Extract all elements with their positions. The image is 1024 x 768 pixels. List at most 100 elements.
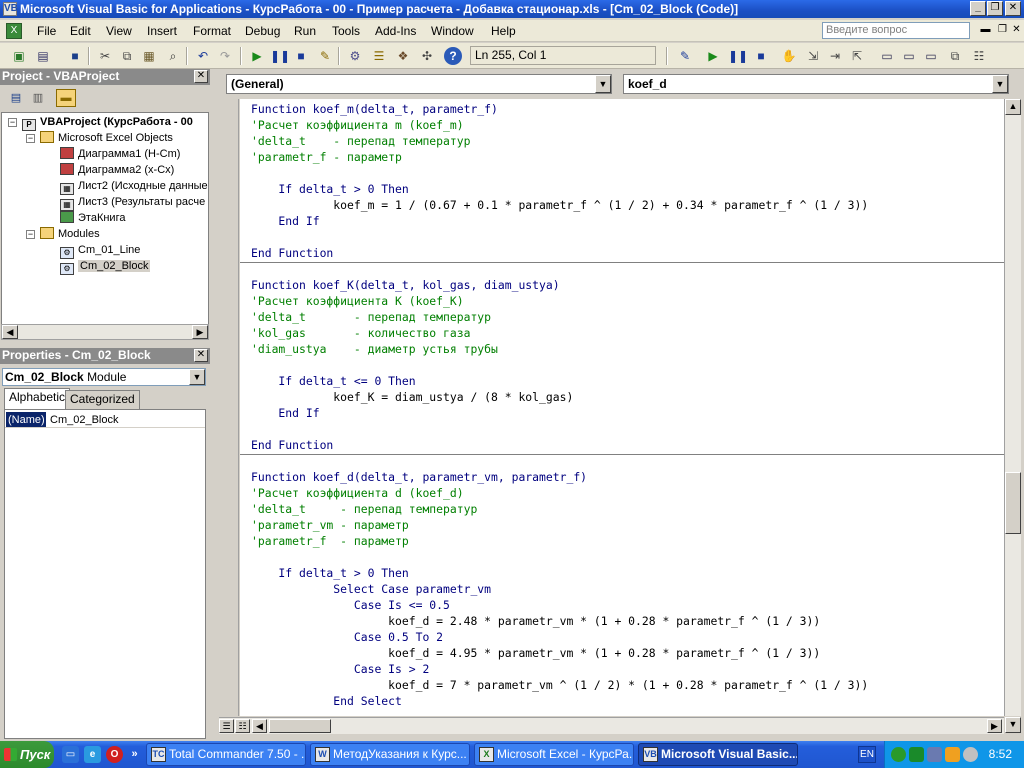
help-icon[interactable]: ? xyxy=(444,47,462,65)
code-comment-line[interactable]: 'parametr_f - параметр xyxy=(251,533,409,549)
clock[interactable]: 8:52 xyxy=(989,741,1012,768)
code-line[interactable]: Case 0.5 To 2 xyxy=(251,629,443,645)
properties-close-button[interactable]: ✕ xyxy=(194,349,208,362)
minimize-button[interactable]: _ xyxy=(970,1,986,16)
step-into-icon[interactable]: ⇲ xyxy=(804,47,822,65)
code-comment-line[interactable]: 'kol_gas - количество газа xyxy=(251,325,470,341)
tray-check-icon[interactable] xyxy=(909,747,924,762)
vertical-scroll-thumb[interactable] xyxy=(1005,472,1021,534)
excel-view-icon[interactable]: X xyxy=(6,23,22,39)
tree-item-modules[interactable]: Modules xyxy=(40,226,100,242)
code-line[interactable]: Function koef_m(delta_t, parametr_f) xyxy=(251,101,498,117)
edit-toolbar-icon[interactable]: ✎ xyxy=(676,47,694,65)
insert-userform-icon[interactable]: ▤ xyxy=(34,47,52,65)
code-line[interactable]: If delta_t > 0 Then xyxy=(251,181,408,197)
tree-item-chart2[interactable]: Диаграмма2 (x-Cx) xyxy=(60,162,174,178)
debug-reset-icon[interactable]: ■ xyxy=(752,47,770,65)
chevron-down-icon[interactable]: ▼ xyxy=(189,369,205,385)
code-line[interactable]: If delta_t <= 0 Then xyxy=(251,373,415,389)
horizontal-scroll-thumb[interactable] xyxy=(269,719,331,733)
code-comment-line[interactable]: 'Расчет коэффициента d (koef_d) xyxy=(251,485,464,501)
code-line[interactable]: koef_m = 1 / (0.67 + 0.1 * parametr_f ^ … xyxy=(251,197,868,213)
tree-item-excel-objects[interactable]: Microsoft Excel Objects xyxy=(40,130,173,146)
tray-network-icon[interactable] xyxy=(927,747,942,762)
project-explorer-icon[interactable]: ⚙ xyxy=(346,47,364,65)
design-mode-icon[interactable]: ✎ xyxy=(316,47,334,65)
quick-launch-chevron-icon[interactable]: » xyxy=(126,746,143,763)
tree-item-vbaproject[interactable]: P VBAProject (КурсРабота - 00 xyxy=(22,114,193,131)
task-visual-basic[interactable]: VB Microsoft Visual Basic... xyxy=(638,743,798,766)
tree-item-sheet3[interactable]: ▦ Лист3 (Результаты расче xyxy=(60,194,205,211)
menu-view[interactable]: View xyxy=(104,23,134,39)
menu-insert[interactable]: Insert xyxy=(145,23,179,39)
chevron-down-icon[interactable]: ▼ xyxy=(595,75,611,93)
toggle-breakpoint-icon[interactable]: ✋ xyxy=(780,47,798,65)
code-line[interactable]: End If xyxy=(251,213,319,229)
properties-window-icon[interactable]: ☰ xyxy=(370,47,388,65)
code-line[interactable]: koef_d = 7 * parametr_vm ^ (1 / 2) * (1 … xyxy=(251,677,868,693)
project-tree-hscroll[interactable]: ◀ ▶ xyxy=(1,324,209,340)
procedure-combo[interactable]: koef_d ▼ xyxy=(623,74,1009,94)
menu-window[interactable]: Window xyxy=(429,23,476,39)
code-line[interactable]: End If xyxy=(251,405,319,421)
tree-item-cm-02-block[interactable]: ⚙ Cm_02_Block xyxy=(60,258,151,275)
tree-item-chart1[interactable]: Диаграмма1 (H-Cm) xyxy=(60,146,180,162)
view-object-icon[interactable]: ▥ xyxy=(28,89,48,107)
vba-app-icon[interactable]: VB xyxy=(3,2,18,16)
mdi-restore-button[interactable]: ❐ xyxy=(995,23,1010,38)
redo-icon[interactable]: ↷ xyxy=(216,47,234,65)
scroll-right-icon[interactable]: ▶ xyxy=(987,719,1002,733)
menu-add-ins[interactable]: Add-Ins xyxy=(373,23,418,39)
menu-file[interactable]: File xyxy=(35,23,58,39)
show-desktop-icon[interactable]: ▭ xyxy=(62,746,79,763)
toggle-folders-icon[interactable]: ▬ xyxy=(56,89,76,107)
language-indicator[interactable]: EN xyxy=(858,746,876,763)
tab-alphabetic[interactable]: Alphabetic xyxy=(4,388,71,409)
tree-item-cm-01-line[interactable]: ⚙ Cm_01_Line xyxy=(60,242,140,259)
menu-help[interactable]: Help xyxy=(489,23,518,39)
locals-window-icon[interactable]: ▭ xyxy=(878,47,896,65)
menu-format[interactable]: Format xyxy=(191,23,233,39)
expander-vbaproject[interactable]: − xyxy=(8,118,17,127)
view-code-icon[interactable]: ▤ xyxy=(6,89,26,107)
code-line[interactable]: Function koef_K(delta_t, kol_gas, diam_u… xyxy=(251,277,560,293)
tree-item-sheet2[interactable]: ▦ Лист2 (Исходные данные xyxy=(60,178,208,195)
code-line[interactable]: Select Case parametr_vm xyxy=(251,581,491,597)
code-line[interactable]: Case Is > 2 xyxy=(251,661,429,677)
code-margin-indicator[interactable] xyxy=(219,99,239,716)
tab-categorized[interactable]: Categorized xyxy=(65,390,140,409)
cut-icon[interactable]: ✂ xyxy=(96,47,114,65)
menu-run[interactable]: Run xyxy=(292,23,318,39)
code-line[interactable]: koef_K = diam_ustya / (8 * kol_gas) xyxy=(251,389,573,405)
code-line[interactable]: End Select xyxy=(251,693,402,709)
full-module-view-icon[interactable]: ☷ xyxy=(235,719,250,733)
restore-button[interactable]: ❐ xyxy=(987,1,1003,16)
code-line[interactable]: Case Is <= 0.5 xyxy=(251,597,450,613)
toolbox-icon[interactable]: ✣ xyxy=(418,47,436,65)
internet-explorer-icon[interactable]: e xyxy=(84,746,101,763)
ask-question-input[interactable]: Введите вопрос xyxy=(822,22,970,39)
step-out-icon[interactable]: ⇱ xyxy=(848,47,866,65)
scroll-right-icon[interactable]: ▶ xyxy=(192,325,208,339)
tray-misc-icon[interactable] xyxy=(963,747,978,762)
code-comment-line[interactable]: 'delta_t - перепад температур xyxy=(251,133,470,149)
code-line[interactable]: koef_d = 2.48 * parametr_vm * (1 + 0.28 … xyxy=(251,613,820,629)
watch-window-icon[interactable]: ▭ xyxy=(922,47,940,65)
mdi-minimize-button[interactable]: ▬ xyxy=(978,23,993,38)
code-comment-line[interactable]: 'delta_t - перепад температур xyxy=(251,309,491,325)
paste-icon[interactable]: ▦ xyxy=(140,47,158,65)
code-horizontal-scrollbar[interactable]: ☰ ☷ ◀ ▶ xyxy=(219,717,1004,734)
object-browser-icon[interactable]: ❖ xyxy=(394,47,412,65)
menu-debug[interactable]: Debug xyxy=(243,23,282,39)
chevron-down-icon[interactable]: ▼ xyxy=(992,75,1008,93)
mdi-close-button[interactable]: ✕ xyxy=(1009,23,1024,38)
reset-icon[interactable]: ■ xyxy=(292,47,310,65)
code-editor[interactable]: Function koef_m(delta_t, parametr_f) 'Рас… xyxy=(240,99,1004,716)
code-vertical-scrollbar[interactable]: ▲ xyxy=(1004,99,1021,716)
opera-icon[interactable]: O xyxy=(106,746,123,763)
step-over-icon[interactable]: ⇥ xyxy=(826,47,844,65)
task-total-commander[interactable]: TC Total Commander 7.50 - ... xyxy=(146,743,306,766)
expander-modules[interactable]: − xyxy=(26,230,35,239)
menu-tools[interactable]: Tools xyxy=(330,23,362,39)
debug-break-icon[interactable]: ❚❚ xyxy=(728,47,748,65)
